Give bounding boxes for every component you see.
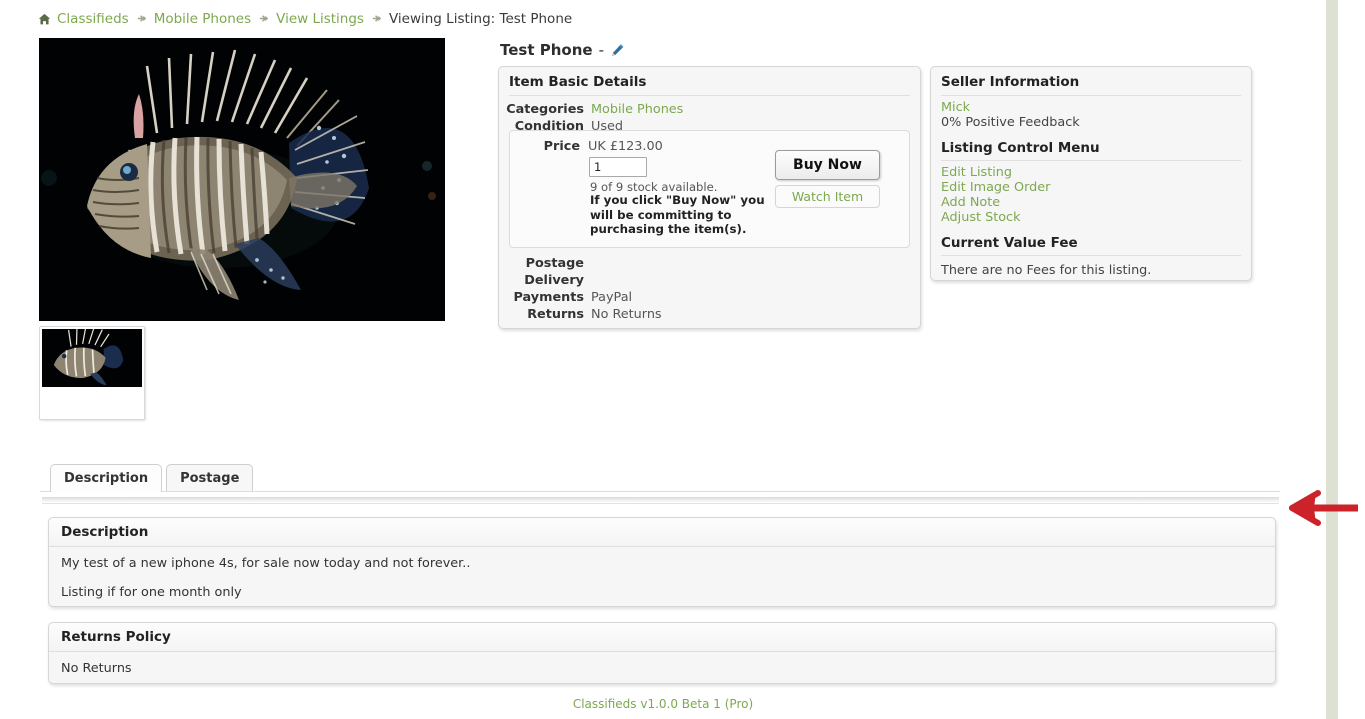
buy-now-warning: If you click "Buy Now" you will be commi…	[590, 193, 765, 237]
postage-value	[591, 255, 920, 272]
returns-policy-panel: Returns Policy No Returns	[48, 622, 1276, 684]
breadcrumb-separator-icon	[136, 13, 147, 26]
breadcrumb-item-view-listings[interactable]: View Listings	[276, 11, 364, 27]
page-title: Test Phone	[500, 41, 593, 59]
listing-title-row: Test Phone -	[500, 41, 625, 59]
seller-name-link[interactable]: Mick	[941, 96, 1241, 115]
categories-label: Categories	[506, 102, 584, 117]
thumbnail-image	[42, 329, 142, 387]
description-heading: Description	[49, 518, 1275, 547]
returns-policy-text: No Returns	[61, 661, 132, 676]
footer-version-text: Classifieds v1.0.0 Beta 1 (Pro)	[572, 697, 754, 711]
price-value: UK £123.00	[588, 139, 663, 154]
seller-feedback: 0% Positive Feedback	[941, 115, 1080, 130]
seller-information-heading: Seller Information	[941, 74, 1080, 90]
product-main-image[interactable]	[39, 38, 445, 321]
listing-control-menu-heading: Listing Control Menu	[941, 140, 1100, 156]
delivery-label: Delivery	[524, 273, 584, 288]
postage-label: Postage	[525, 256, 584, 271]
description-panel: Description My test of a new iphone 4s, …	[48, 517, 1276, 607]
left-arrow-annotation	[1288, 486, 1360, 530]
tab-bar: Description Postage	[50, 464, 254, 492]
delivery-value	[591, 272, 920, 289]
description-body: My test of a new iphone 4s, for sale now…	[49, 547, 1275, 600]
footer: Classifieds v1.0.0 Beta 1 (Pro)	[0, 697, 1326, 711]
item-basic-details-panel: Item Basic Details Categories Mobile Pho…	[498, 66, 921, 329]
seller-body: Mick 0% Positive Feedback Listing Contro…	[931, 96, 1251, 278]
table-row: Payments PayPal	[499, 289, 920, 306]
menu-item-edit-image-order[interactable]: Edit Image Order	[941, 180, 1241, 195]
stock-availability-note: 9 of 9 stock available.	[590, 180, 718, 194]
description-paragraph-2: Listing if for one month only	[61, 585, 242, 600]
buy-box: Price UK £123.00 9 of 9 stock available.…	[509, 130, 910, 248]
breadcrumb-separator-icon-2	[258, 13, 269, 26]
home-icon	[38, 13, 51, 26]
breadcrumb-separator-icon-3	[371, 13, 382, 26]
quantity-input[interactable]	[589, 157, 647, 177]
breadcrumb-item-classifieds[interactable]: Classifieds	[57, 11, 129, 27]
returns-policy-heading: Returns Policy	[49, 623, 1275, 652]
breadcrumb-current: Viewing Listing: Test Phone	[388, 11, 573, 27]
tab-description[interactable]: Description	[50, 464, 163, 492]
payments-label: Payments	[513, 290, 584, 305]
tab-content-band	[42, 497, 1279, 504]
breadcrumb-item-mobile-phones[interactable]: Mobile Phones	[154, 11, 251, 27]
table-row: Postage	[499, 255, 920, 272]
buy-now-button[interactable]: Buy Now	[775, 150, 880, 180]
price-label: Price	[543, 139, 580, 154]
returns-policy-body: No Returns	[49, 652, 1275, 676]
item-details-heading: Item Basic Details	[509, 74, 647, 90]
lionfish-illustration	[39, 38, 445, 321]
returns-label: Returns	[527, 307, 584, 322]
control-menu-divider	[941, 160, 1241, 161]
seller-information-panel: Seller Information Mick 0% Positive Feed…	[930, 66, 1252, 281]
table-row: Returns No Returns	[499, 306, 920, 323]
shipping-payment-table: Postage Delivery Payments PayPal Returns…	[499, 255, 920, 323]
item-details-divider	[509, 95, 910, 96]
table-row: Delivery	[499, 272, 920, 289]
watch-item-button[interactable]: Watch Item	[775, 185, 880, 208]
menu-item-edit-listing[interactable]: Edit Listing	[941, 165, 1241, 180]
pencil-icon[interactable]	[610, 43, 625, 58]
product-thumbnail[interactable]	[39, 326, 145, 420]
table-row: Categories Mobile Phones	[499, 101, 920, 118]
page-edge-band	[1326, 0, 1338, 719]
current-value-fee-text: There are no Fees for this listing.	[941, 263, 1152, 278]
tab-underline	[40, 491, 1280, 492]
menu-item-add-note[interactable]: Add Note	[941, 195, 1241, 210]
fee-divider	[941, 255, 1241, 256]
breadcrumb: Classifieds Mobile Phones View Listings …	[38, 11, 572, 27]
returns-value: No Returns	[591, 307, 662, 322]
current-value-fee-heading: Current Value Fee	[941, 235, 1078, 251]
categories-value-link[interactable]: Mobile Phones	[591, 102, 683, 117]
page-root: Classifieds Mobile Phones View Listings …	[0, 0, 1365, 719]
payments-value: PayPal	[591, 290, 633, 305]
description-paragraph-1: My test of a new iphone 4s, for sale now…	[61, 556, 471, 571]
title-dash: -	[598, 41, 604, 59]
tab-postage[interactable]: Postage	[166, 464, 254, 492]
menu-item-adjust-stock[interactable]: Adjust Stock	[941, 210, 1241, 225]
